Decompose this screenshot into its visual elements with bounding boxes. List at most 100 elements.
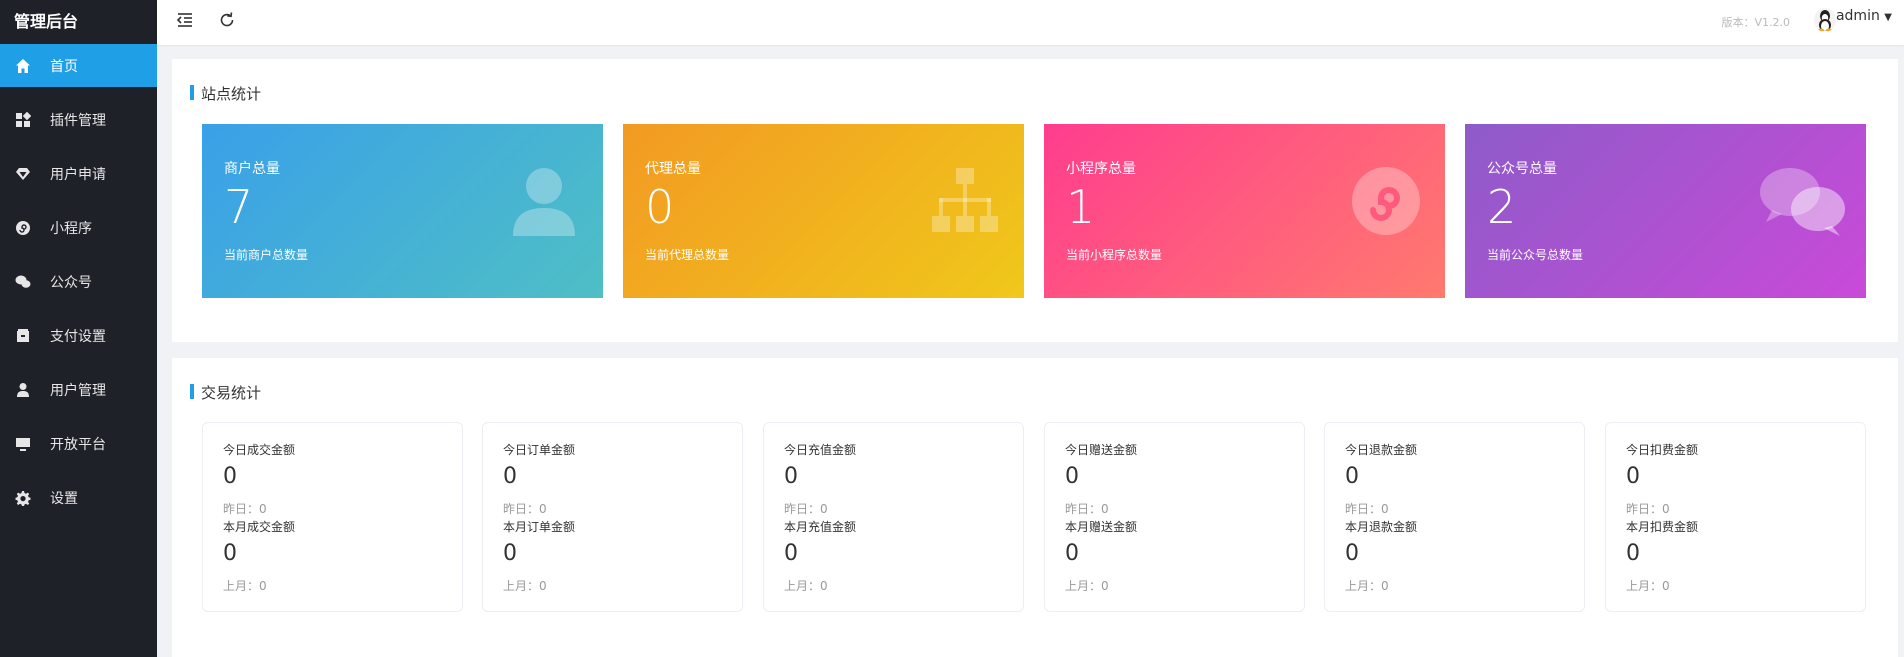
- today-label: 今日赠送金额: [1065, 443, 1138, 457]
- trade-card-gift: 今日赠送金额 0 昨日：0 本月赠送金额 0 上月：0: [1044, 422, 1305, 612]
- month-label: 本月充值金额: [784, 520, 857, 534]
- sidebar-item-user-manage[interactable]: 用户管理: [0, 368, 157, 411]
- card-value: 1: [1066, 180, 1096, 234]
- wechat-total-card: 公众号总量 2 当前公众号总数量: [1465, 124, 1866, 298]
- yesterday-value: 昨日：0: [1345, 502, 1389, 516]
- wechat-icon: [1758, 164, 1848, 238]
- miniprogram-icon: [15, 220, 31, 236]
- today-value: 0: [1065, 464, 1079, 489]
- last-month-value: 上月：0: [1065, 579, 1109, 593]
- trade-card-order: 今日订单金额 0 昨日：0 本月订单金额 0 上月：0: [482, 422, 743, 612]
- trade-stats-title: 交易统计: [190, 382, 261, 403]
- diamond-icon: [15, 166, 31, 182]
- month-value: 0: [223, 541, 237, 566]
- card-sub: 当前小程序总数量: [1066, 248, 1163, 262]
- today-label: 今日充值金额: [784, 443, 857, 457]
- month-label: 本月扣费金额: [1626, 520, 1699, 534]
- sidebar-item-wechat[interactable]: 公众号: [0, 260, 157, 303]
- month-value: 0: [1065, 541, 1079, 566]
- username-label: admin: [1835, 8, 1880, 24]
- user-icon: [507, 164, 581, 238]
- version-text: 版本：V1.2.0: [1721, 16, 1790, 29]
- last-month-value: 上月：0: [1626, 579, 1670, 593]
- user-icon: [15, 382, 31, 398]
- month-value: 0: [503, 541, 517, 566]
- yesterday-value: 昨日：0: [223, 502, 267, 516]
- org-chart-icon: [928, 164, 1002, 238]
- top-header: 版本：V1.2.0 admin ▼: [157, 0, 1904, 45]
- sidebar-item-label: 开放平台: [50, 436, 106, 453]
- today-label: 今日退款金额: [1345, 443, 1418, 457]
- card-label: 小程序总量: [1066, 161, 1136, 177]
- yesterday-value: 昨日：0: [1626, 502, 1670, 516]
- user-menu[interactable]: admin ▼: [1836, 8, 1892, 24]
- card-sub: 当前代理总数量: [645, 248, 730, 262]
- sidebar-item-label: 设置: [50, 490, 78, 507]
- trade-card-deduct: 今日扣费金额 0 昨日：0 本月扣费金额 0 上月：0: [1605, 422, 1866, 612]
- sidebar-item-miniprogram[interactable]: 小程序: [0, 206, 157, 249]
- site-stats-panel: 站点统计 商户总量 7 当前商户总数量 代理总量 0 当前代理总数量 小程序总量…: [172, 59, 1898, 342]
- today-value: 0: [223, 464, 237, 489]
- month-value: 0: [784, 541, 798, 566]
- trade-card-recharge: 今日充值金额 0 昨日：0 本月充值金额 0 上月：0: [763, 422, 1024, 612]
- last-month-value: 上月：0: [223, 579, 267, 593]
- card-sub: 当前商户总数量: [224, 248, 309, 262]
- merchant-total-card: 商户总量 7 当前商户总数量: [202, 124, 603, 298]
- yesterday-value: 昨日：0: [503, 502, 547, 516]
- today-value: 0: [503, 464, 517, 489]
- avatar[interactable]: [1814, 8, 1836, 32]
- sidebar-item-open-platform[interactable]: 开放平台: [0, 422, 157, 465]
- miniprogram-icon: [1349, 164, 1423, 238]
- sidebar-item-label: 用户申请: [50, 166, 106, 183]
- home-icon: [15, 58, 31, 74]
- miniprogram-total-card: 小程序总量 1 当前小程序总数量: [1044, 124, 1445, 298]
- sidebar-item-label: 插件管理: [50, 112, 106, 129]
- yesterday-value: 昨日：0: [1065, 502, 1109, 516]
- sidebar-item-label: 小程序: [50, 220, 92, 237]
- today-label: 今日成交金额: [223, 443, 296, 457]
- today-label: 今日订单金额: [503, 443, 576, 457]
- agent-total-card: 代理总量 0 当前代理总数量: [623, 124, 1024, 298]
- monitor-icon: [15, 436, 31, 452]
- card-value: 7: [224, 180, 254, 234]
- last-month-value: 上月：0: [1345, 579, 1389, 593]
- sidebar-item-home[interactable]: 首页: [0, 44, 157, 87]
- sidebar-item-payment[interactable]: 支付设置: [0, 314, 157, 357]
- last-month-value: 上月：0: [784, 579, 828, 593]
- card-value: 0: [645, 180, 675, 234]
- sidebar-item-settings[interactable]: 设置: [0, 476, 157, 519]
- month-label: 本月赠送金额: [1065, 520, 1138, 534]
- sidebar-item-label: 支付设置: [50, 328, 106, 345]
- sidebar-item-label: 用户管理: [50, 382, 106, 399]
- card-sub: 当前公众号总数量: [1487, 248, 1584, 262]
- menu-fold-icon[interactable]: [175, 10, 195, 30]
- apps-icon: [15, 111, 31, 128]
- card-label: 商户总量: [224, 161, 280, 177]
- month-value: 0: [1626, 541, 1640, 566]
- sidebar: 管理后台 首页 插件管理 用户申请 小程序 公众号 支付设置 用户管理 开放平台…: [0, 0, 157, 657]
- month-value: 0: [1345, 541, 1359, 566]
- sidebar-item-plugins[interactable]: 插件管理: [0, 98, 157, 141]
- brand-title: 管理后台: [14, 12, 79, 31]
- card-value: 2: [1487, 180, 1517, 234]
- today-value: 0: [784, 464, 798, 489]
- last-month-value: 上月：0: [503, 579, 547, 593]
- month-label: 本月退款金额: [1345, 520, 1418, 534]
- month-label: 本月订单金额: [503, 520, 576, 534]
- today-value: 0: [1345, 464, 1359, 489]
- yesterday-value: 昨日：0: [784, 502, 828, 516]
- trade-card-deal: 今日成交金额 0 昨日：0 本月成交金额 0 上月：0: [202, 422, 463, 612]
- wechat-icon: [15, 274, 31, 290]
- trade-stats-panel: 交易统计 今日成交金额 0 昨日：0 本月成交金额 0 上月：0 今日订单金额 …: [172, 358, 1898, 657]
- month-label: 本月成交金额: [223, 520, 296, 534]
- sidebar-item-label: 首页: [50, 58, 78, 75]
- refresh-icon[interactable]: [217, 10, 237, 30]
- sidebar-item-user-apply[interactable]: 用户申请: [0, 152, 157, 195]
- sidebar-item-label: 公众号: [50, 274, 92, 291]
- card-label: 代理总量: [645, 161, 701, 177]
- gear-icon: [15, 490, 31, 506]
- card-label: 公众号总量: [1487, 161, 1557, 177]
- caret-down-icon: ▼: [1884, 12, 1892, 23]
- wallet-icon: [15, 328, 31, 344]
- trade-card-refund: 今日退款金额 0 昨日：0 本月退款金额 0 上月：0: [1324, 422, 1585, 612]
